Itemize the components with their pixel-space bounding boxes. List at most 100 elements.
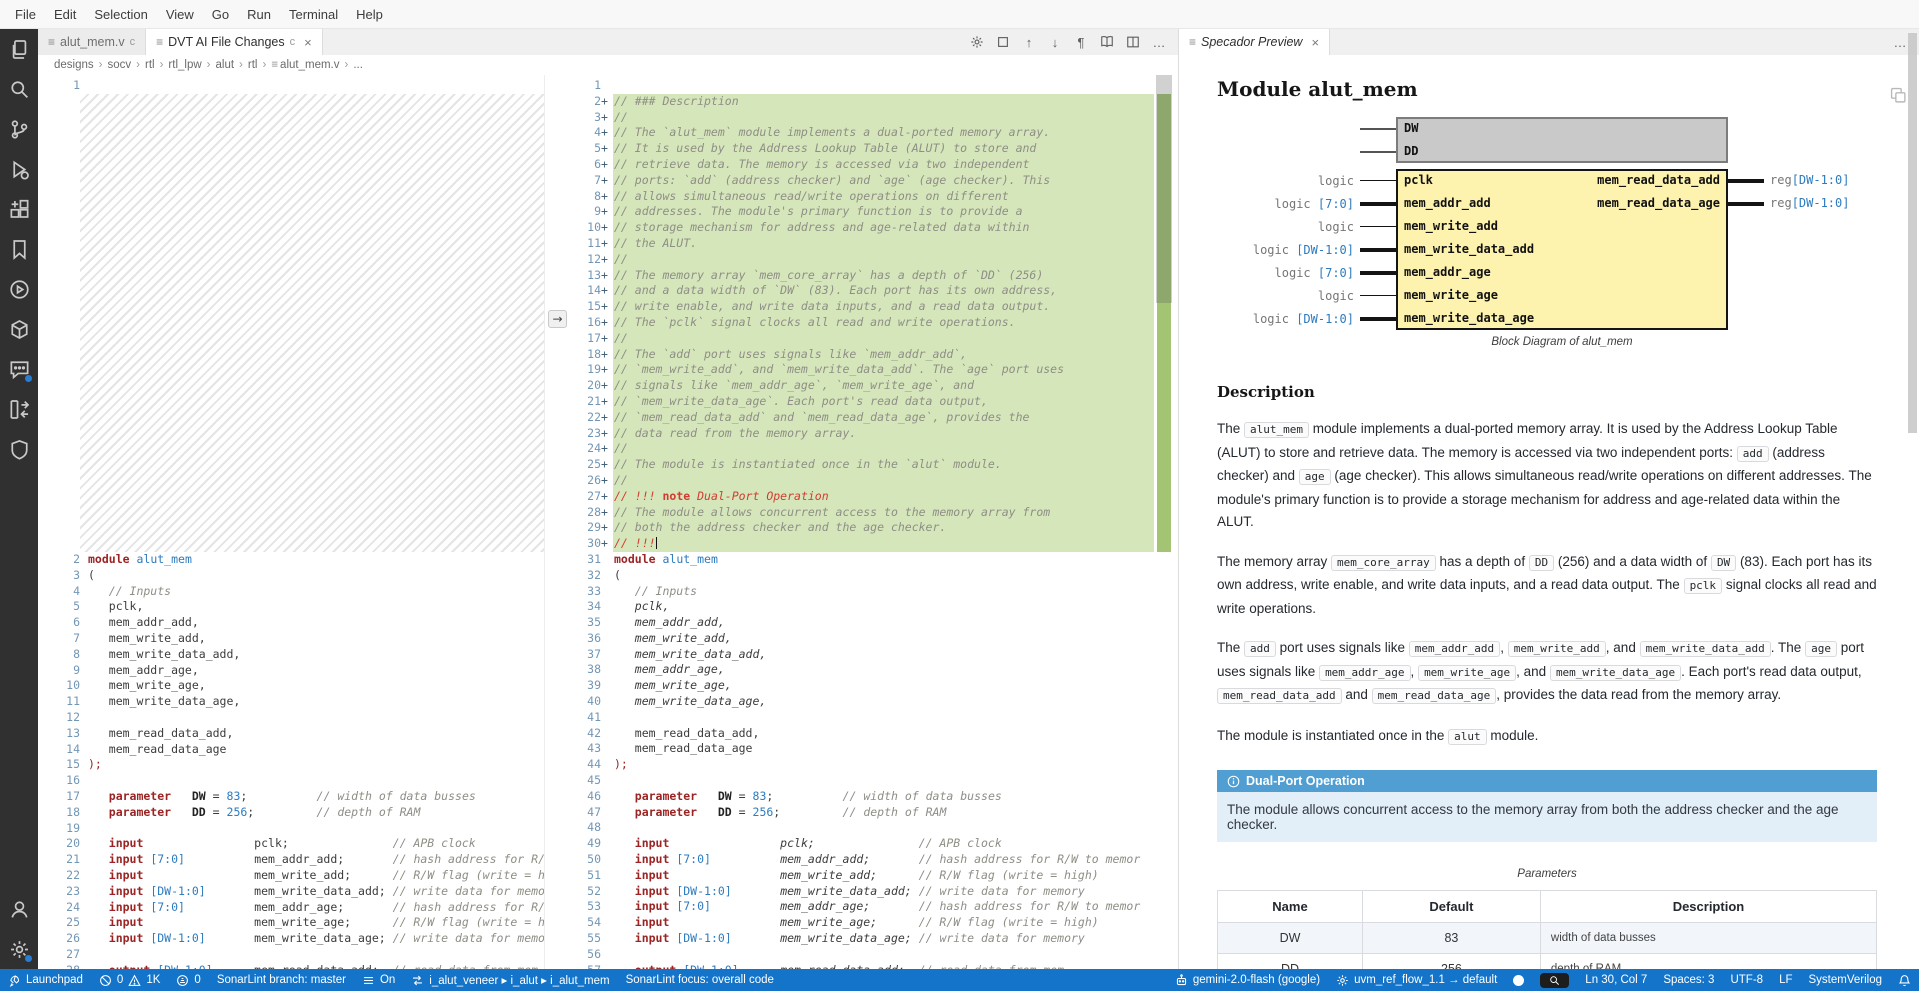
status-item-0[interactable]: 01K: [91, 969, 168, 991]
code-line[interactable]: 35 mem_addr_add,: [570, 615, 1178, 631]
editor-action-book-icon[interactable]: [1096, 31, 1118, 53]
code-line[interactable]: 5+// It is used by the Address Lookup Ta…: [570, 141, 1178, 157]
code-line[interactable]: 1: [38, 78, 544, 94]
code-line[interactable]: 32(: [570, 568, 1178, 584]
breadcrumb-item[interactable]: ...: [353, 59, 363, 71]
tab-specador-preview[interactable]: ≡Specador Preview×: [1179, 29, 1330, 55]
status-item-sonarlint-focus-overall-code[interactable]: SonarLint focus: overall code: [618, 969, 782, 991]
menu-file[interactable]: File: [6, 3, 45, 26]
code-line[interactable]: 37 mem_write_data_add,: [570, 647, 1178, 663]
status-search-button[interactable]: [1532, 969, 1577, 991]
code-line[interactable]: 50 input [7:0] mem_addr_add; // hash add…: [570, 852, 1178, 868]
status-indicator-circle[interactable]: [1505, 969, 1532, 991]
code-line[interactable]: 17+//: [570, 331, 1178, 347]
breadcrumb-item[interactable]: rtl: [145, 59, 155, 71]
code-line[interactable]: 36 mem_write_add,: [570, 631, 1178, 647]
activity-compare-icon[interactable]: [0, 389, 38, 429]
code-line[interactable]: 2module alut_mem: [38, 552, 544, 568]
status-item-sonarlint-branch-master[interactable]: SonarLint branch: master: [209, 969, 354, 991]
status-item-spaces-3[interactable]: Spaces: 3: [1655, 969, 1722, 991]
code-line[interactable]: 18 parameter DD = 256; // depth of RAM: [38, 805, 544, 821]
menu-run[interactable]: Run: [238, 3, 280, 26]
code-line[interactable]: 8+// allows simultaneous read/write oper…: [570, 189, 1178, 205]
menu-go[interactable]: Go: [203, 3, 238, 26]
code-line[interactable]: 8 mem_write_data_add,: [38, 647, 544, 663]
code-line[interactable]: 55 input [DW-1:0] mem_write_data_age; //…: [570, 931, 1178, 947]
breadcrumb-item[interactable]: rtl_lpw: [168, 59, 201, 71]
status-item-lf[interactable]: LF: [1771, 969, 1800, 991]
code-line[interactable]: 22+// `mem_read_data_add` and `mem_read_…: [570, 410, 1178, 426]
code-line[interactable]: 46 parameter DW = 83; // width of data b…: [570, 789, 1178, 805]
activity-shield-icon[interactable]: [0, 429, 38, 469]
code-line[interactable]: 14 mem_read_data_age: [38, 742, 544, 758]
code-line[interactable]: 6 mem_addr_add,: [38, 615, 544, 631]
code-line[interactable]: 20+// signals like `mem_addr_age`, `mem_…: [570, 378, 1178, 394]
status-item-0[interactable]: 0: [168, 969, 208, 991]
breadcrumb-item[interactable]: socv: [107, 59, 131, 71]
activity-files-icon[interactable]: [0, 29, 38, 69]
code-line[interactable]: 43 mem_read_data_age: [570, 741, 1178, 757]
status-item-on[interactable]: On: [354, 969, 403, 991]
editor-action-arrow-up-icon[interactable]: ↑: [1018, 31, 1040, 53]
code-line[interactable]: 45: [570, 773, 1178, 789]
activity-search-icon[interactable]: [0, 69, 38, 109]
code-line[interactable]: 24 input [7:0] mem_addr_age; // hash add…: [38, 900, 544, 916]
code-line[interactable]: 33 // Inputs: [570, 584, 1178, 600]
code-line[interactable]: 51 input mem_write_add; // R/W flag (wri…: [570, 868, 1178, 884]
code-line[interactable]: 29+// both the address checker and the a…: [570, 520, 1178, 536]
close-icon[interactable]: ×: [304, 35, 312, 50]
code-line[interactable]: 18+// The `add` port uses signals like `…: [570, 347, 1178, 363]
editor-action-square-icon[interactable]: [992, 31, 1014, 53]
diff-original-pane[interactable]: 12module alut_mem3(4 // Inputs5 pclk,6 m…: [38, 75, 545, 969]
copy-icon[interactable]: [1890, 87, 1907, 109]
activity-package-icon[interactable]: [0, 309, 38, 349]
code-line[interactable]: 31module alut_mem: [570, 552, 1178, 568]
code-line[interactable]: 27: [38, 947, 544, 963]
activity-source-control-icon[interactable]: [0, 109, 38, 149]
code-line[interactable]: 23+// data read from the memory array.: [570, 426, 1178, 442]
code-line[interactable]: 40 mem_write_data_age,: [570, 694, 1178, 710]
code-line[interactable]: 3+//: [570, 110, 1178, 126]
menu-help[interactable]: Help: [347, 3, 392, 26]
code-line[interactable]: 5 pclk,: [38, 599, 544, 615]
preview-scrollbar[interactable]: [1908, 33, 1917, 433]
code-line[interactable]: 11+// the ALUT.: [570, 236, 1178, 252]
overview-ruler[interactable]: [1156, 75, 1172, 969]
status-item-systemverilog[interactable]: SystemVerilog: [1800, 969, 1890, 991]
code-line[interactable]: 19: [38, 821, 544, 837]
editor-action-arrow-down-icon[interactable]: ↓: [1044, 31, 1066, 53]
code-line[interactable]: 15);: [38, 757, 544, 773]
code-line[interactable]: 12: [38, 710, 544, 726]
code-line[interactable]: 15+// write enable, and write data input…: [570, 299, 1178, 315]
diff-revert-arrow-button[interactable]: →: [548, 310, 567, 328]
code-line[interactable]: 13+// The memory array `mem_core_array` …: [570, 268, 1178, 284]
menu-edit[interactable]: Edit: [45, 3, 85, 26]
code-line[interactable]: 14+// and a data width of `DW` (83). Eac…: [570, 283, 1178, 299]
activity-debug-icon[interactable]: [0, 149, 38, 189]
code-line[interactable]: 17 parameter DW = 83; // width of data b…: [38, 789, 544, 805]
status-item-utf-8[interactable]: UTF-8: [1722, 969, 1771, 991]
activity-extensions-icon[interactable]: [0, 189, 38, 229]
code-line[interactable]: 47 parameter DD = 256; // depth of RAM: [570, 805, 1178, 821]
activity-play-circle-icon[interactable]: [0, 269, 38, 309]
code-line[interactable]: 56: [570, 947, 1178, 963]
scrollbar-thumb[interactable]: [1156, 75, 1172, 303]
code-line[interactable]: 1: [570, 78, 1178, 94]
status-item-uvm-ref-flow-1-1-default[interactable]: uvm_ref_flow_1.1 → default: [1328, 969, 1505, 991]
code-line[interactable]: 7 mem_write_add,: [38, 631, 544, 647]
status-item-gemini-2-0-flash-google-[interactable]: gemini-2.0-flash (google): [1167, 969, 1328, 991]
activity-bookmark-icon[interactable]: [0, 229, 38, 269]
code-line[interactable]: 23 input [DW-1:0] mem_write_data_add; //…: [38, 884, 544, 900]
code-line[interactable]: 10+// storage mechanism for address and …: [570, 220, 1178, 236]
code-line[interactable]: 44);: [570, 757, 1178, 773]
editor-action-gear-icon[interactable]: [966, 31, 988, 53]
code-line[interactable]: 22 input mem_write_add; // R/W flag (wri…: [38, 868, 544, 884]
status-item-bell[interactable]: [1890, 969, 1919, 991]
code-line[interactable]: 20 input pclk; // APB clock: [38, 836, 544, 852]
code-line[interactable]: 9 mem_addr_age,: [38, 663, 544, 679]
code-line[interactable]: 49 input pclk; // APB clock: [570, 836, 1178, 852]
code-line[interactable]: 3(: [38, 568, 544, 584]
code-line[interactable]: 26+//: [570, 473, 1178, 489]
code-line[interactable]: 28+// The module allows concurrent acces…: [570, 505, 1178, 521]
status-item-ln-30-col-7[interactable]: Ln 30, Col 7: [1577, 969, 1655, 991]
